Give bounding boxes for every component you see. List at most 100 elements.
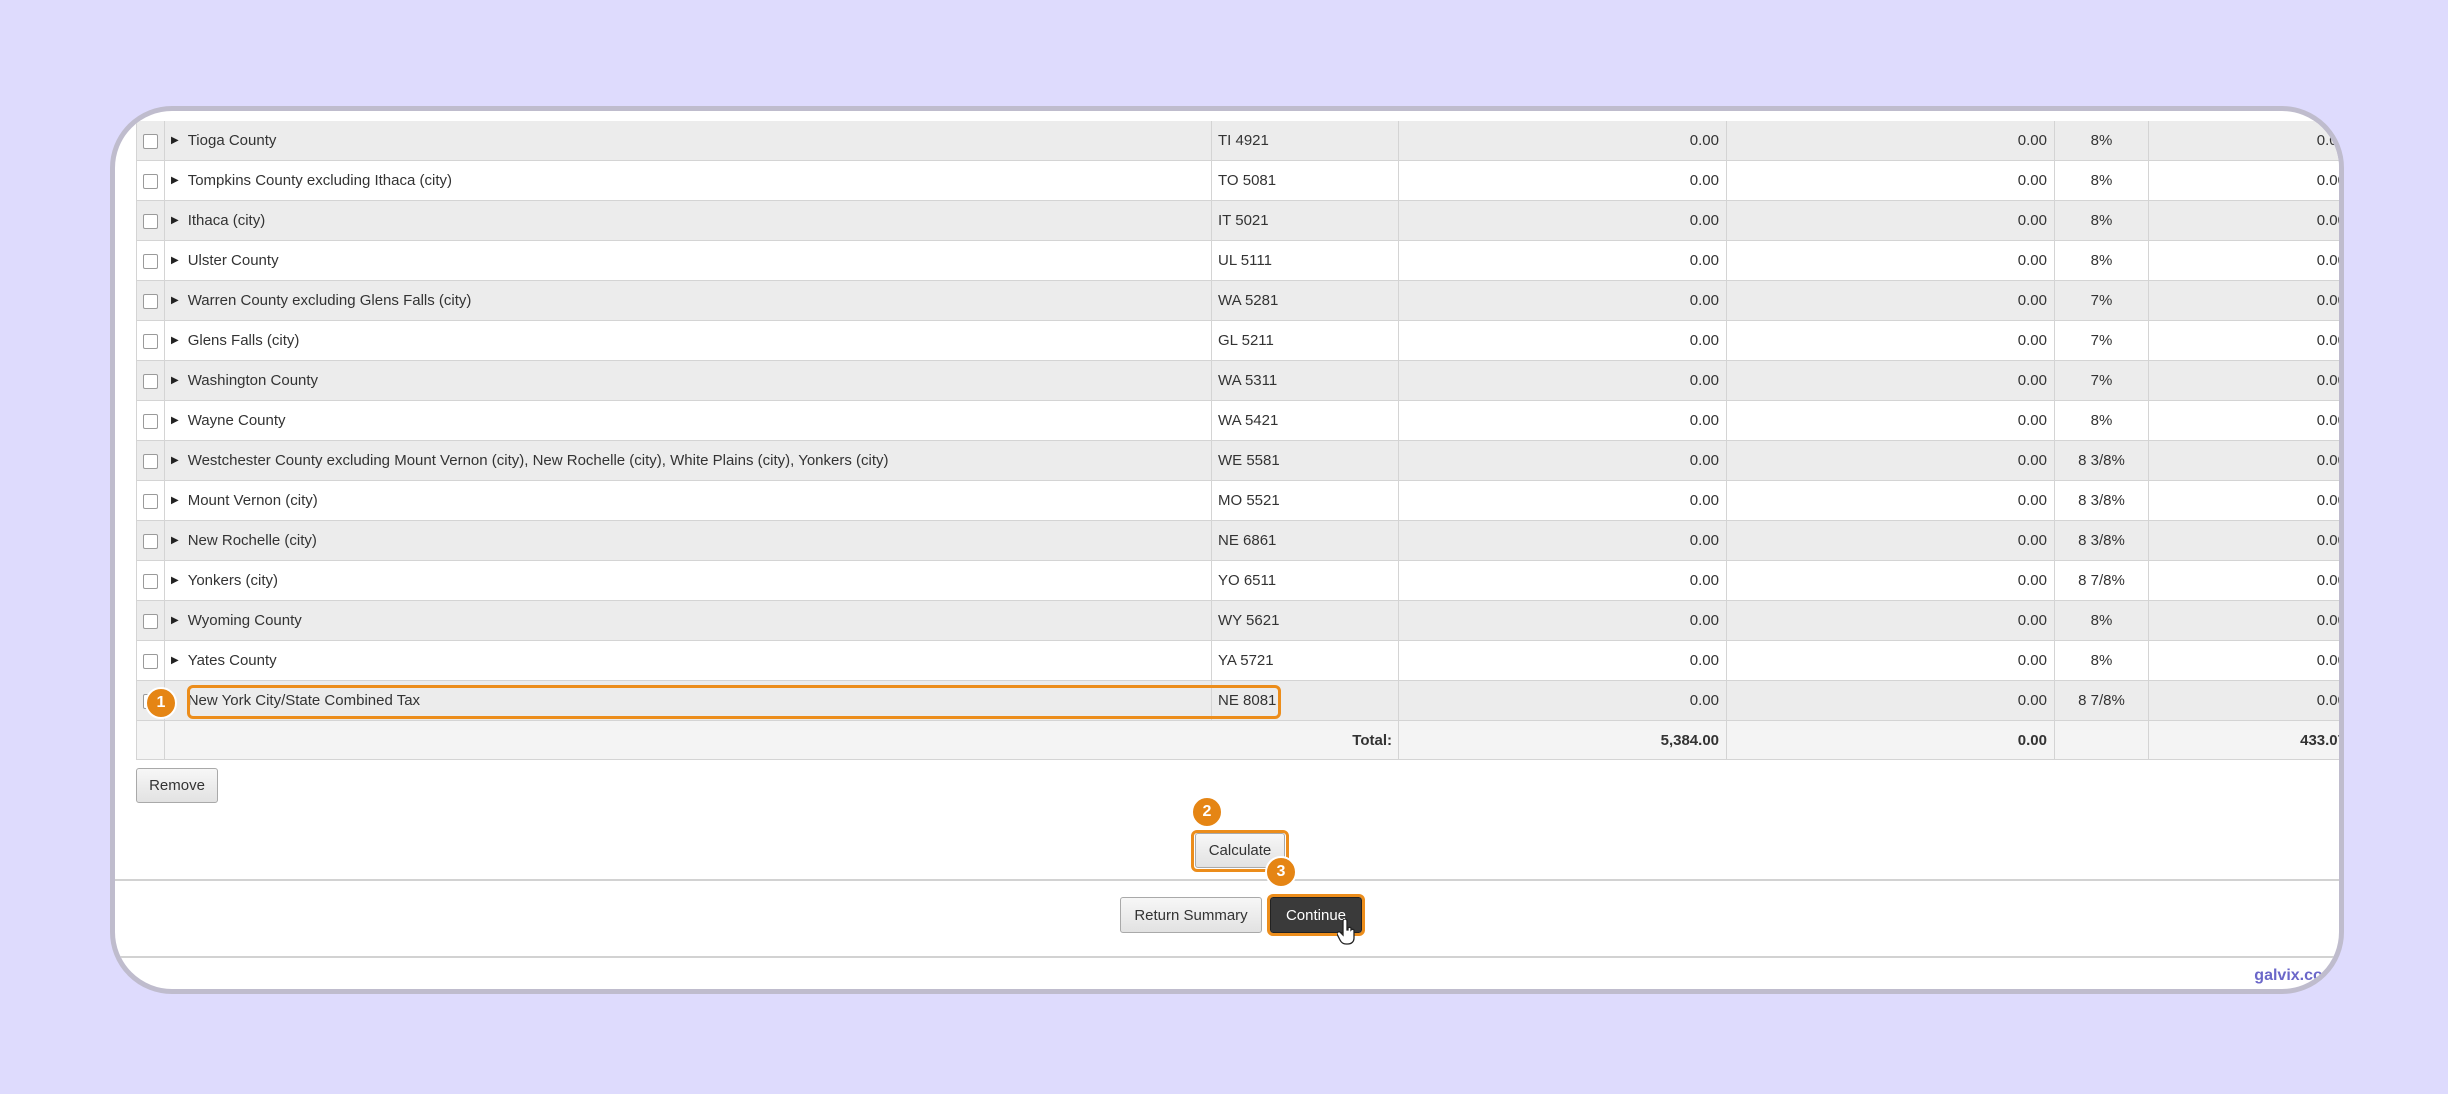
expand-triangle-icon[interactable]: ▶ — [171, 575, 179, 586]
taxable-amount: 0.00 — [1398, 560, 1727, 601]
jurisdiction-name-cell: ▶ Ithaca (city) — [164, 200, 1212, 241]
row-checkbox[interactable] — [143, 253, 158, 269]
row-checkbox-cell — [136, 160, 165, 201]
tax-rate: 8% — [2054, 640, 2149, 681]
expand-triangle-icon[interactable]: ▶ — [171, 535, 179, 546]
row-checkbox-cell — [136, 520, 165, 561]
footer-divider — [115, 879, 2339, 881]
expand-triangle-icon[interactable]: ▶ — [171, 175, 179, 186]
tax-due: 0.00 — [2148, 480, 2339, 521]
jurisdiction-name: Wayne County — [187, 412, 286, 429]
exempt-amount: 0.00 — [1726, 280, 2055, 321]
tax-due: 0.00 — [2148, 280, 2339, 321]
jurisdiction-name: New Rochelle (city) — [187, 532, 317, 549]
tax-due: 0.00 — [2148, 440, 2339, 481]
expand-triangle-icon[interactable]: ▶ — [171, 295, 179, 306]
tax-due: 0.00 — [2148, 360, 2339, 401]
expand-triangle-icon[interactable]: ▶ — [171, 215, 179, 226]
jurisdiction-name-cell: ▶ New Rochelle (city) — [164, 520, 1212, 561]
tax-due: 0.00 — [2148, 680, 2339, 721]
taxable-amount: 0.00 — [1398, 400, 1727, 441]
row-checkbox[interactable] — [143, 293, 158, 309]
row-checkbox-cell — [136, 400, 165, 441]
tax-due: 0.00 — [2148, 320, 2339, 361]
tax-rate: 7% — [2054, 360, 2149, 401]
jurisdiction-name-cell: ▶ Wayne County — [164, 400, 1212, 441]
row-checkbox[interactable] — [143, 173, 158, 189]
jurisdiction-code: WE 5581 — [1211, 440, 1399, 481]
jurisdiction-code: WA 5421 — [1211, 400, 1399, 441]
tax-rate: 8 7/8% — [2054, 680, 2149, 721]
jurisdiction-name: Tioga County — [187, 132, 277, 149]
expand-triangle-icon[interactable]: ▶ — [171, 255, 179, 266]
jurisdiction-code: WA 5311 — [1211, 360, 1399, 401]
expand-triangle-icon[interactable]: ▶ — [171, 495, 179, 506]
table-row: ▶ New Rochelle (city) NE 6861 0.00 0.00 8 3/8… — [136, 520, 2339, 561]
highlight-combined-tax-row — [187, 685, 1281, 719]
row-checkbox[interactable] — [143, 413, 158, 429]
expand-triangle-icon[interactable]: ▶ — [171, 615, 179, 626]
expand-triangle-icon[interactable]: ▶ — [171, 415, 179, 426]
tax-due: 0.00 — [2148, 640, 2339, 681]
return-summary-button[interactable]: Return Summary — [1120, 897, 1262, 933]
table-row: ▶ Yonkers (city) YO 6511 0.00 0.00 8 7/8% 0.00 — [136, 560, 2339, 601]
jurisdiction-name-cell: ▶ Yates County — [164, 640, 1212, 681]
table-row: ▶ Westchester County excluding Mount Vern… — [136, 440, 2339, 481]
row-checkbox[interactable] — [143, 573, 158, 589]
jurisdiction-name-cell: ▶ Ulster County — [164, 240, 1212, 281]
tax-rate: 7% — [2054, 320, 2149, 361]
tax-due: 0.00 — [2148, 160, 2339, 201]
row-checkbox[interactable] — [143, 533, 158, 549]
exempt-amount: 0.00 — [1726, 320, 2055, 361]
jurisdiction-name: Mount Vernon (city) — [187, 492, 318, 509]
jurisdiction-name-cell: ▶ Wyoming County — [164, 600, 1212, 641]
row-checkbox[interactable] — [143, 493, 158, 509]
expand-triangle-icon[interactable]: ▶ — [171, 135, 179, 146]
row-checkbox[interactable] — [143, 373, 158, 389]
exempt-amount: 0.00 — [1726, 160, 2055, 201]
total-tax-due: 433.07 — [2148, 720, 2339, 760]
expand-triangle-icon[interactable]: ▶ — [171, 335, 179, 346]
remove-button[interactable]: Remove — [136, 768, 218, 803]
exempt-amount: 0.00 — [1726, 240, 2055, 281]
row-checkbox[interactable] — [143, 613, 158, 629]
jurisdiction-name-cell: ▶ Mount Vernon (city) — [164, 480, 1212, 521]
exempt-amount: 0.00 — [1726, 440, 2055, 481]
table-row: ▶ Glens Falls (city) GL 5211 0.00 0.00 7% 0.00 — [136, 320, 2339, 361]
expand-triangle-icon[interactable]: ▶ — [171, 375, 179, 386]
jurisdiction-code: IT 5021 — [1211, 200, 1399, 241]
row-checkbox[interactable] — [143, 653, 158, 669]
step-badge-1: 1 — [145, 687, 177, 719]
expand-triangle-icon[interactable]: ▶ — [171, 455, 179, 466]
total-exempt-amount: 0.00 — [1726, 720, 2055, 760]
row-checkbox[interactable] — [143, 133, 158, 149]
total-row: Total: 5,384.00 0.00 433.07 — [136, 720, 2339, 760]
tax-rate: 8 3/8% — [2054, 480, 2149, 521]
row-checkbox-cell — [136, 360, 165, 401]
jurisdiction-name-cell: ▶ Tioga County — [164, 121, 1212, 161]
taxable-amount: 0.00 — [1398, 640, 1727, 681]
row-checkbox-cell — [136, 200, 165, 241]
tax-due: 0.00 — [2148, 400, 2339, 441]
jurisdiction-name-cell: ▶ Warren County excluding Glens Falls (ci… — [164, 280, 1212, 321]
row-checkbox-cell — [136, 640, 165, 681]
table-row: ▶ Ithaca (city) IT 5021 0.00 0.00 8% 0.00 — [136, 200, 2339, 241]
tax-due: 0.00 — [2148, 560, 2339, 601]
jurisdiction-name: Yates County — [187, 652, 277, 669]
table-row: ▶ Washington County WA 5311 0.00 0.00 7% 0.00 — [136, 360, 2339, 401]
jurisdiction-name: Westchester County excluding Mount Verno… — [187, 452, 889, 469]
jurisdiction-name: Ulster County — [187, 252, 279, 269]
jurisdiction-name-cell: ▶ Glens Falls (city) — [164, 320, 1212, 361]
table-row: ▶ Wayne County WA 5421 0.00 0.00 8% 0.00 — [136, 400, 2339, 441]
tax-due: 0.00 — [2148, 200, 2339, 241]
taxable-amount: 0.00 — [1398, 160, 1727, 201]
total-label-cell: Total: — [164, 720, 1399, 760]
expand-triangle-icon[interactable]: ▶ — [171, 655, 179, 666]
jurisdiction-name: Ithaca (city) — [187, 212, 266, 229]
tax-rate: 8% — [2054, 240, 2149, 281]
row-checkbox[interactable] — [143, 213, 158, 229]
exempt-amount: 0.00 — [1726, 680, 2055, 721]
row-checkbox[interactable] — [143, 333, 158, 349]
row-checkbox[interactable] — [143, 453, 158, 469]
jurisdiction-name: Washington County — [187, 372, 319, 389]
